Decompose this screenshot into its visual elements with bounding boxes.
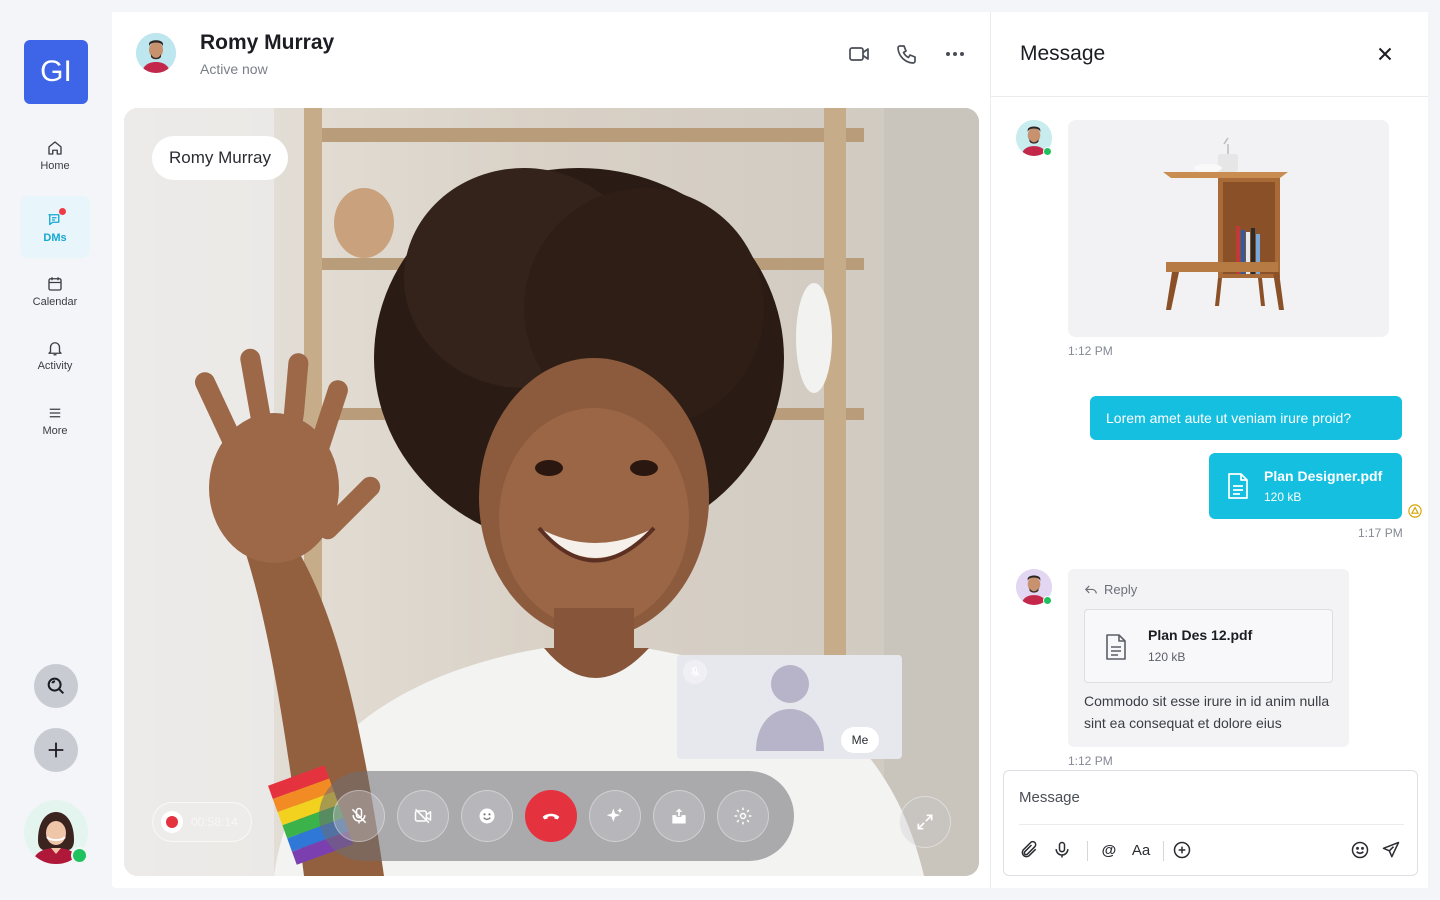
message-time: 1:17 PM (1358, 526, 1403, 540)
emoji-icon (479, 808, 495, 824)
add-button[interactable] (34, 728, 78, 772)
sidebar-item-label: Home (40, 159, 70, 172)
end-call-button[interactable] (525, 790, 577, 842)
message-time: 1:12 PM (1068, 344, 1113, 358)
document-icon (1228, 473, 1248, 499)
file-name: Plan Designer.pdf (1264, 468, 1383, 484)
reply-label: Reply (1104, 582, 1138, 597)
add-circle-icon[interactable] (1172, 840, 1192, 860)
search-button[interactable] (34, 664, 78, 708)
file-size: 120 kB (1264, 490, 1302, 504)
reply-header: Reply (1084, 582, 1137, 597)
message-panel: Message 1:12 PM Lorem amet aute ut venia… (990, 12, 1428, 888)
mic-off-icon (683, 660, 707, 684)
video-icon[interactable] (847, 42, 871, 66)
attach-icon[interactable] (1019, 840, 1039, 860)
self-view-tile[interactable]: Me (677, 655, 902, 759)
contact-status: Active now (200, 61, 268, 77)
video-feed-image (124, 108, 979, 876)
sidebar-item-more[interactable]: More (20, 389, 90, 451)
reactions-button[interactable] (461, 790, 513, 842)
expand-icon (917, 814, 933, 830)
message-image[interactable] (1068, 120, 1389, 337)
message-input[interactable]: Message (1019, 789, 1080, 806)
outgoing-message[interactable]: Lorem amet aute ut veniam irure proid? (1090, 396, 1402, 440)
reply-message[interactable]: Reply Plan Des 12.pdf 120 kB Commodo sit… (1068, 569, 1349, 747)
recording-time: 00:58:14 (191, 815, 238, 829)
emoji-icon[interactable] (1350, 840, 1370, 860)
self-label: Me (841, 727, 879, 753)
sidebar-item-label: More (42, 424, 68, 437)
recording-indicator[interactable]: 00:58:14 (152, 802, 252, 842)
calendar-icon (48, 276, 62, 291)
warning-icon[interactable] (1408, 504, 1422, 518)
divider (1163, 841, 1164, 861)
remote-video: Romy Murray Me 00:58:14 (124, 108, 979, 876)
contact-avatar[interactable] (136, 33, 176, 73)
plus-icon (48, 742, 64, 758)
chat-header: Romy Murray Active now (112, 12, 990, 96)
contact-name: Romy Murray (200, 31, 335, 54)
menu-icon (49, 408, 61, 417)
document-icon (1106, 634, 1126, 660)
call-controls (319, 771, 794, 861)
panel-title: Message (1020, 42, 1106, 65)
reply-icon (1085, 585, 1097, 594)
online-status-indicator (1043, 596, 1052, 605)
sidebar-item-label: DMs (43, 231, 67, 244)
mic-off-icon (351, 807, 367, 824)
share-screen-button[interactable] (653, 790, 705, 842)
message-time: 1:12 PM (1068, 754, 1113, 768)
fullscreen-button[interactable] (899, 796, 951, 848)
settings-icon (734, 807, 752, 825)
file-size: 120 kB (1148, 650, 1186, 664)
mention-icon[interactable]: @ (1099, 840, 1119, 860)
sidebar-item-dms[interactable]: DMs (20, 196, 90, 258)
phone-icon[interactable] (895, 42, 919, 66)
home-icon (48, 140, 62, 155)
sidebar-item-label: Calendar (32, 295, 78, 308)
search-icon (47, 677, 65, 695)
sidebar-item-label: Activity (37, 359, 73, 372)
effects-button[interactable] (589, 790, 641, 842)
send-icon[interactable] (1381, 840, 1401, 860)
close-icon[interactable] (1374, 43, 1396, 65)
sidebar: GI Home DMs Calendar Activity More (0, 0, 112, 900)
sidebar-item-home[interactable]: Home (20, 124, 90, 186)
microphone-icon[interactable] (1052, 840, 1072, 860)
outgoing-file-attachment[interactable]: Plan Designer.pdf 120 kB (1209, 453, 1402, 519)
sidebar-item-activity[interactable]: Activity (20, 324, 90, 386)
end-call-icon (542, 813, 560, 820)
online-status-indicator (71, 847, 88, 864)
side-table-image (1068, 120, 1389, 337)
settings-button[interactable] (717, 790, 769, 842)
more-icon[interactable] (943, 42, 967, 66)
share-icon (672, 808, 686, 824)
workspace-logo[interactable]: GI (24, 40, 88, 104)
message-text: Commodo sit esse irure in id anim nulla … (1084, 693, 1330, 731)
unread-dot (59, 208, 66, 215)
divider (1087, 841, 1088, 861)
mute-button[interactable] (333, 790, 385, 842)
camera-toggle-button[interactable] (397, 790, 449, 842)
text-format-icon[interactable]: Aa (1131, 840, 1151, 860)
call-panel: Romy Murray Active now Romy Murray Me 00… (112, 12, 990, 888)
effects-icon (606, 807, 623, 822)
quoted-file-attachment[interactable]: Plan Des 12.pdf 120 kB (1084, 609, 1333, 683)
online-status-indicator (1043, 147, 1052, 156)
sidebar-item-calendar[interactable]: Calendar (20, 260, 90, 322)
divider (991, 96, 1428, 97)
file-name: Plan Des 12.pdf (1148, 627, 1253, 643)
divider (1019, 824, 1404, 825)
message-composer: Message @ Aa (1003, 770, 1418, 876)
participant-name-pill: Romy Murray (152, 136, 289, 180)
video-off-icon (414, 808, 432, 824)
record-icon (161, 811, 183, 833)
bell-icon (48, 341, 62, 355)
logo-text: GI (40, 55, 72, 88)
